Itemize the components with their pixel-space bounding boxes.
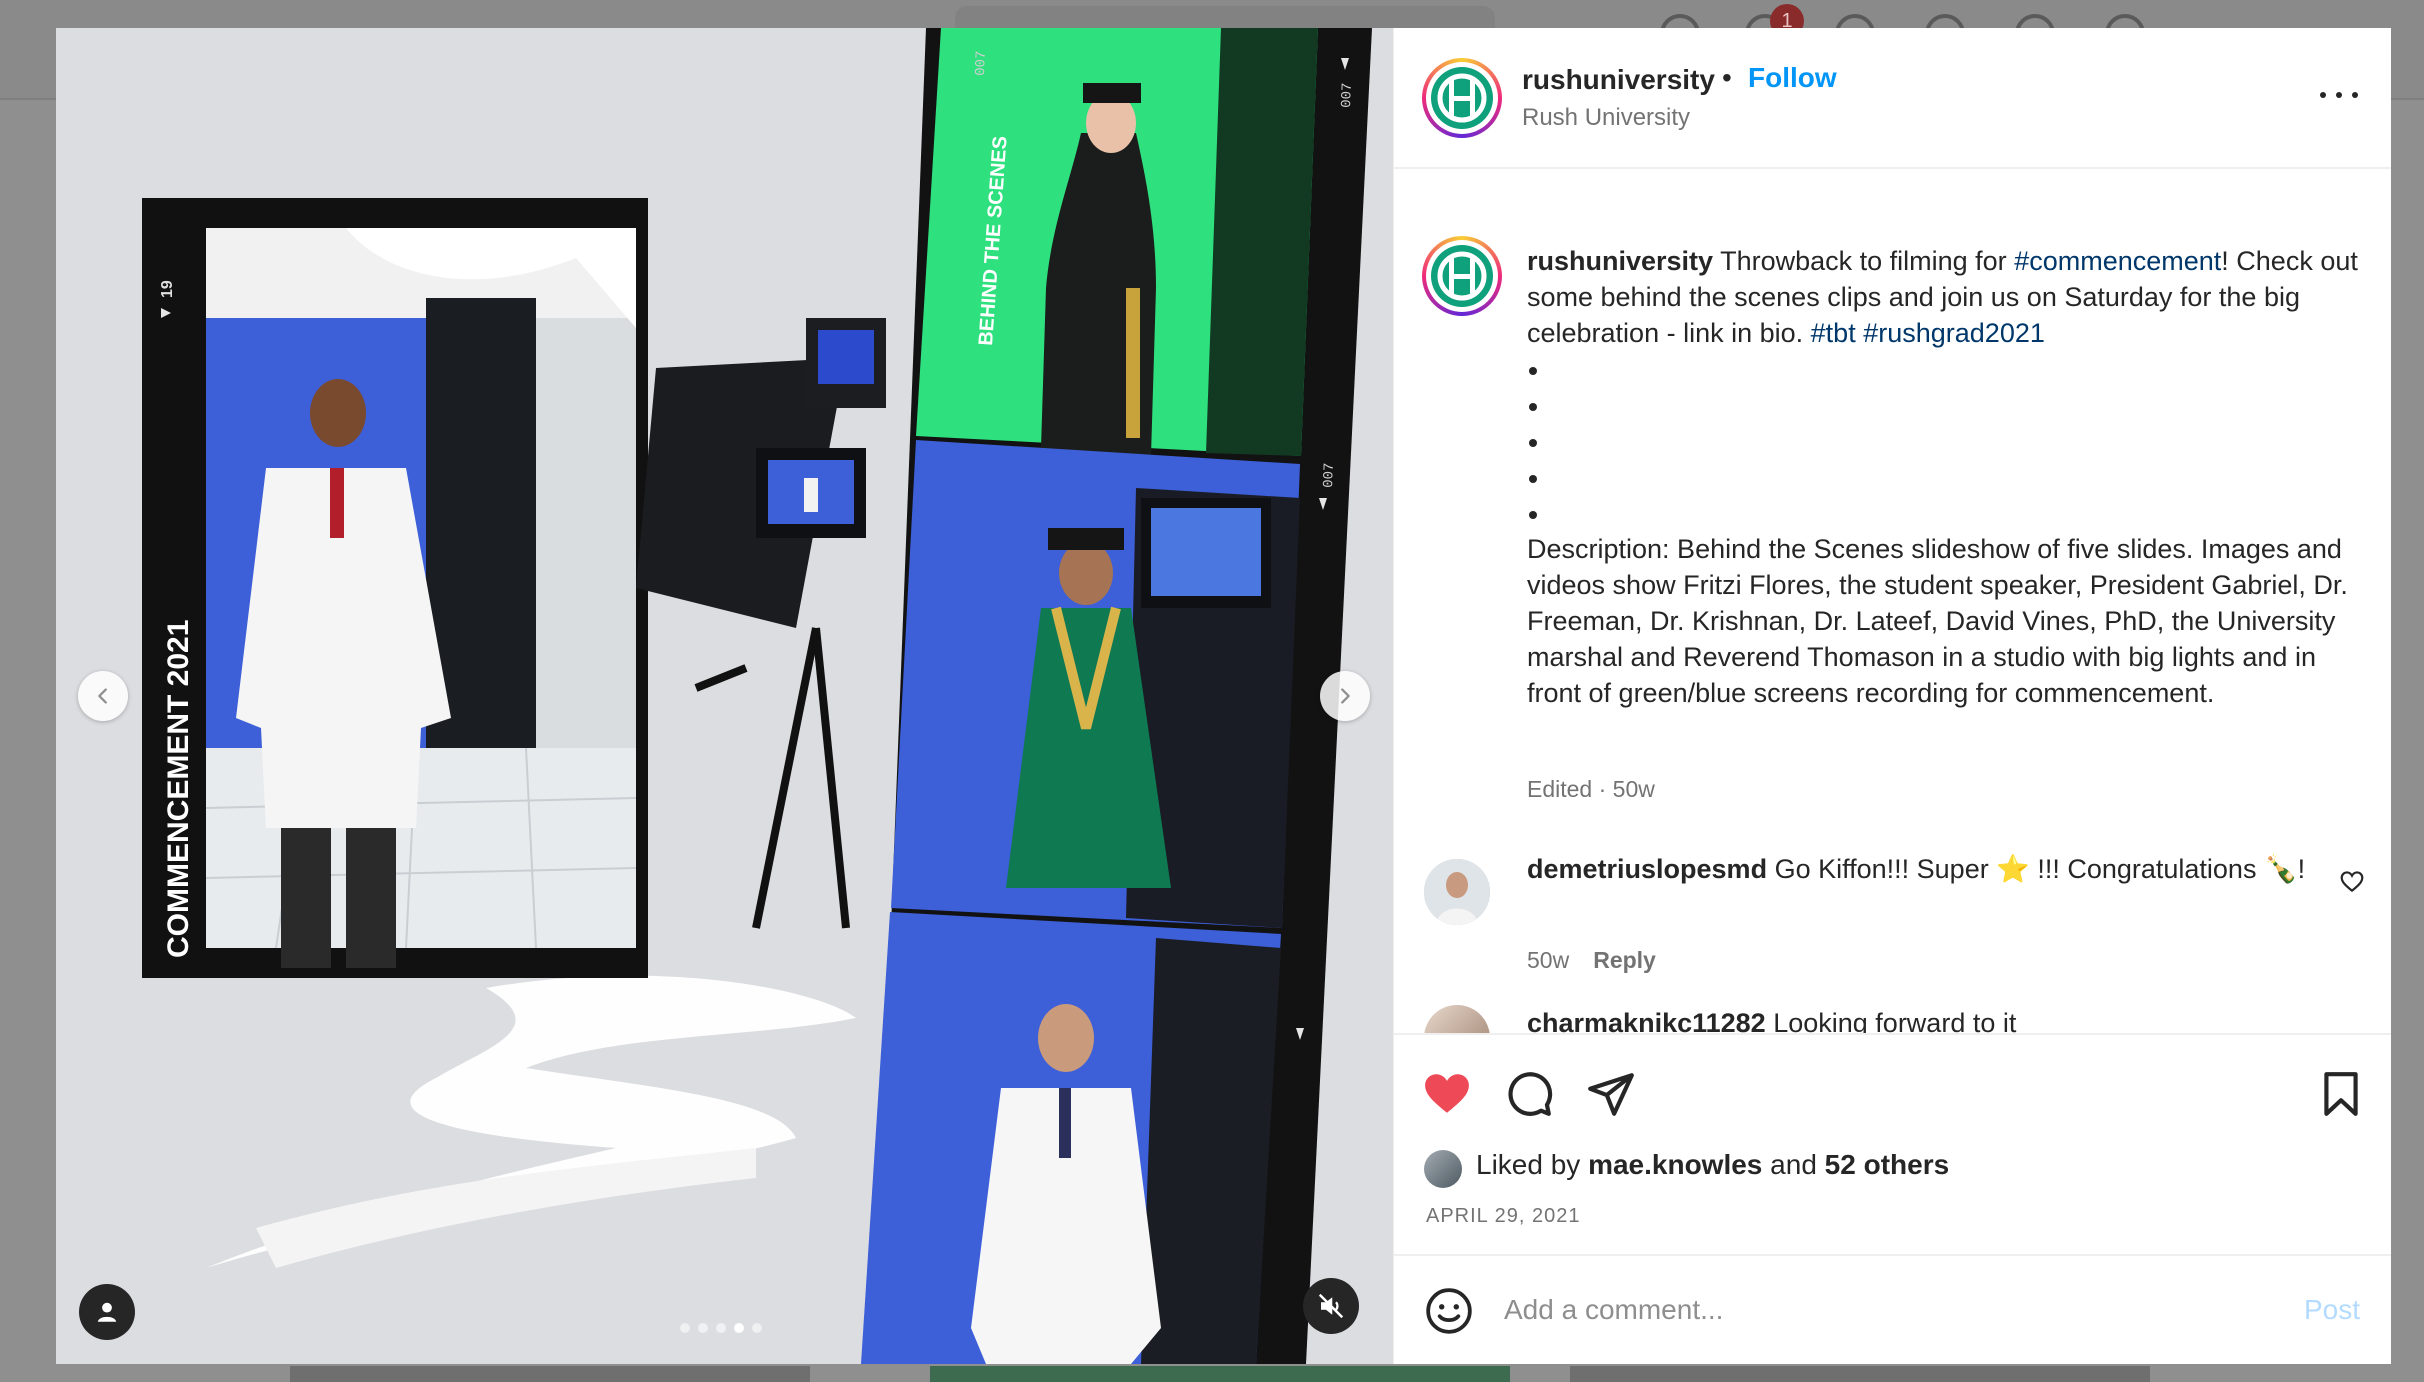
bullet <box>1527 495 2367 531</box>
slide-dot-active <box>734 1323 744 1333</box>
slide-dot <box>698 1323 708 1333</box>
comment-body: demetriuslopesmd Go Kiffon!!! Super ⭐ !!… <box>1527 851 2307 887</box>
liked-by-prefix: Liked by <box>1476 1149 1581 1180</box>
previous-slide-button[interactable] <box>78 671 128 721</box>
slide-dot <box>716 1323 726 1333</box>
save-bookmark-icon[interactable] <box>2316 1069 2366 1119</box>
post-actions: Liked by mae.knowles and 52 others APRIL… <box>1394 1033 2391 1243</box>
bullet <box>1527 387 2367 423</box>
liked-by-joiner: and <box>1770 1149 1817 1180</box>
commenter-avatar[interactable] <box>1424 1005 1490 1033</box>
caption-author-avatar[interactable] <box>1422 236 1502 316</box>
comment-time: 50w <box>1527 947 1570 973</box>
commencement-label: COMMENCEMENT 2021 <box>162 620 195 958</box>
volume-muted-icon <box>1318 1293 1344 1319</box>
chevron-left-icon <box>98 688 107 704</box>
post-modal: COMMENCEMENT 2021 BEHIND THE SCENES 19 0… <box>56 28 2391 1364</box>
frame-number: 007 <box>1339 82 1356 108</box>
media-collage: COMMENCEMENT 2021 BEHIND THE SCENES 19 0… <box>142 28 1372 1364</box>
slide-dot <box>752 1323 762 1333</box>
commenter-avatar[interactable] <box>1424 859 1490 925</box>
mute-button[interactable] <box>1303 1278 1359 1334</box>
bullet <box>1527 423 2367 459</box>
user-icon <box>97 1302 117 1322</box>
post-date: APRIL 29, 2021 <box>1426 1205 1581 1227</box>
chevron-right-icon <box>1341 688 1350 704</box>
add-comment-bar: Post <box>1394 1254 2391 1364</box>
slide-indicator <box>680 1323 762 1333</box>
hashtag-link[interactable]: #tbt <box>1811 318 1856 348</box>
follow-button[interactable]: Follow <box>1748 62 1837 94</box>
frame-number: 007 <box>973 50 990 76</box>
commenter-username[interactable]: demetriuslopesmd <box>1527 854 1767 884</box>
bullet <box>1527 351 2367 387</box>
comment-icon[interactable] <box>1504 1069 1554 1119</box>
slide-dot <box>680 1323 690 1333</box>
brush-stroke <box>256 1148 756 1268</box>
author-avatar[interactable] <box>1422 58 1502 138</box>
commenter-username[interactable]: charmaknikc11282 <box>1527 1008 1766 1033</box>
comments-scroll-area[interactable]: rushuniversity Throwback to filming for … <box>1394 171 2391 1033</box>
comment-text: Looking forward to it <box>1773 1008 2017 1033</box>
post-header: rushuniversity • Follow Rush University <box>1394 28 2391 169</box>
hashtag-link[interactable]: #commencement <box>2014 246 2221 276</box>
bullet <box>1527 459 2367 495</box>
hashtag-link[interactable]: #rushgrad2021 <box>1863 318 2045 348</box>
next-slide-button[interactable] <box>1320 671 1370 721</box>
author-subtitle[interactable]: Rush University <box>1522 104 1690 132</box>
share-send-icon[interactable] <box>1586 1069 1636 1119</box>
background-thumbnail <box>930 1366 1510 1382</box>
liked-by-text: Liked by mae.knowles and 52 others <box>1476 1149 1949 1181</box>
separator-dot: • <box>1722 62 1732 93</box>
author-username[interactable]: rushuniversity <box>1522 64 1715 96</box>
post-caption: rushuniversity Throwback to filming for … <box>1527 243 2367 711</box>
caption-description: Description: Behind the Scenes slideshow… <box>1527 534 2348 708</box>
reply-button[interactable]: Reply <box>1593 947 1656 973</box>
comment-like-icon[interactable] <box>2339 869 2365 895</box>
caption-text: Throwback to filming for <box>1720 246 2015 276</box>
frame-number: 007 <box>1321 462 1338 488</box>
emoji-icon[interactable] <box>1424 1286 1474 1336</box>
post-comment-button[interactable]: Post <box>2304 1294 2360 1326</box>
comment-meta: 50w Reply <box>1527 947 1656 974</box>
like-heart-icon[interactable] <box>1422 1069 1472 1119</box>
liker-avatar[interactable] <box>1424 1150 1462 1188</box>
post-media: COMMENCEMENT 2021 BEHIND THE SCENES 19 0… <box>56 28 1393 1364</box>
comment-input[interactable] <box>1504 1284 2244 1336</box>
more-horizontal-icon <box>2320 92 2326 98</box>
background-thumbnail <box>1570 1366 2150 1382</box>
comment-text: Go Kiffon!!! Super ⭐ !!! Congratulations… <box>1774 854 2306 884</box>
person-head <box>310 379 366 447</box>
caption-meta: Edited · 50w <box>1527 776 1655 802</box>
caption-username[interactable]: rushuniversity <box>1527 246 1713 276</box>
background-thumbnail <box>290 1366 810 1382</box>
more-options-button[interactable] <box>2314 80 2364 110</box>
liker-username[interactable]: mae.knowles <box>1588 1149 1762 1180</box>
rush-logo-icon <box>1431 67 1493 129</box>
comment-body: charmaknikc11282 Looking forward to it <box>1527 1005 2307 1033</box>
tagged-users-button[interactable] <box>79 1284 135 1340</box>
caption-bullets <box>1527 351 2367 531</box>
rush-logo-icon <box>1431 245 1493 307</box>
frame-number: 19 <box>159 280 176 298</box>
likes-count-link[interactable]: 52 others <box>1825 1149 1950 1180</box>
post-details-panel: rushuniversity • Follow Rush University <box>1393 28 2391 1364</box>
